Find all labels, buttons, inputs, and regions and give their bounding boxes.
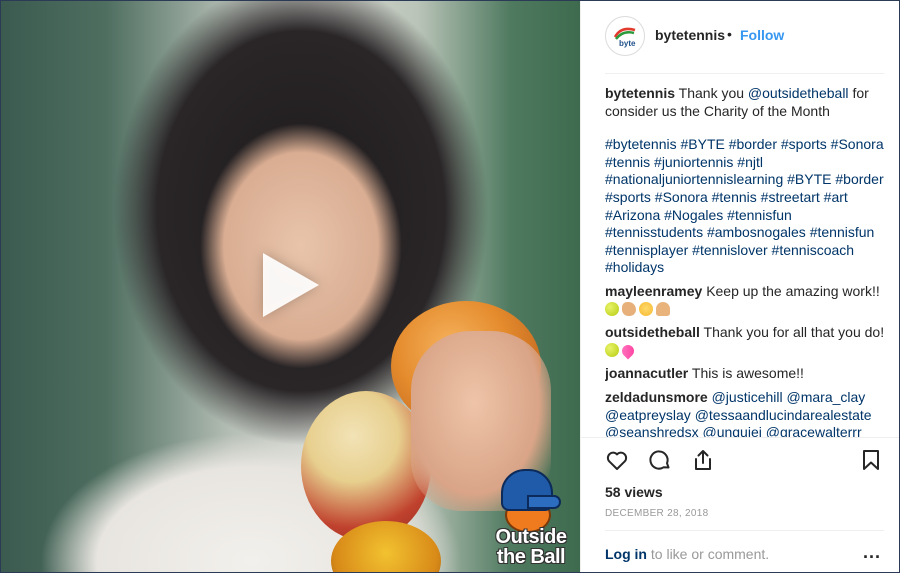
instagram-post-embed: Outside the Ball byte bytetennis • Follo… <box>0 0 900 573</box>
view-count[interactable]: 58 views <box>605 484 663 500</box>
post-header: byte bytetennis • Follow <box>581 1 899 73</box>
smiling-face-emoji-icon <box>639 301 653 316</box>
post-username[interactable]: bytetennis <box>655 27 725 43</box>
post-actions: 58 views DECEMBER 28, 2018 Log in to lik… <box>581 437 899 572</box>
heart-icon[interactable] <box>605 448 629 472</box>
byte-logo-icon: byte <box>613 27 636 48</box>
comment-icon[interactable] <box>648 448 672 472</box>
follow-button[interactable]: Follow <box>740 27 784 43</box>
comments-list[interactable]: bytetennis Thank you @outsidetheball for… <box>605 85 889 437</box>
watermark-cap-brim <box>527 495 561 509</box>
comment-item: joannacutler This is awesome!! <box>605 365 889 383</box>
tennis-ball-emoji-icon <box>605 342 619 357</box>
caption-mention[interactable]: @outsidetheball <box>748 85 849 101</box>
login-link[interactable]: Log in <box>605 546 647 562</box>
login-prompt-text: to like or comment. <box>650 546 770 562</box>
post-sidebar: byte bytetennis • Follow bytetennis Than… <box>580 1 899 572</box>
comment-username[interactable]: zeldadunsmore <box>605 389 708 405</box>
avatar[interactable]: byte <box>605 16 645 56</box>
tennis-ball-emoji-icon <box>605 301 619 316</box>
comment-username[interactable]: outsidetheball <box>605 324 700 340</box>
outside-the-ball-watermark: Outside the Ball <box>491 469 571 569</box>
caption: bytetennis Thank you @outsidetheball for… <box>605 85 889 120</box>
comment-username[interactable]: joannacutler <box>605 365 688 381</box>
login-prompt: Log in to like or comment. <box>605 546 769 562</box>
separator-dot: • <box>727 26 732 42</box>
header-divider <box>605 73 884 74</box>
share-icon[interactable] <box>691 448 715 472</box>
caption-hashtags[interactable]: #bytetennis #BYTE #border #sports #Sonor… <box>605 136 889 277</box>
caption-username[interactable]: bytetennis <box>605 85 675 101</box>
avatar-text: byte <box>619 39 636 48</box>
post-video[interactable]: Outside the Ball <box>1 1 580 572</box>
two-hearts-emoji-icon <box>619 342 637 360</box>
login-divider <box>605 530 884 531</box>
muscle-emoji-icon <box>622 301 636 316</box>
comment-text: Keep up the amazing work!! <box>706 282 880 299</box>
comment-item: outsidetheball Thank you for all that yo… <box>605 324 889 360</box>
hashtags-text[interactable]: #bytetennis #BYTE #border #sports #Sonor… <box>605 136 884 275</box>
comment-text: This is awesome!! <box>691 365 804 382</box>
comment-text: Thank you for all that you do! <box>703 324 885 341</box>
bookmark-icon[interactable] <box>859 448 883 472</box>
watermark-text-line1: Outside <box>495 526 567 548</box>
folded-hands-emoji-icon <box>656 301 670 316</box>
comment-item: mayleenramey Keep up the amazing work!! <box>605 283 889 318</box>
caption-text-pre: Thank you <box>678 85 745 101</box>
play-icon[interactable] <box>263 253 319 317</box>
more-options-icon[interactable]: ... <box>863 542 881 563</box>
comment-item: zeldadunsmore @justicehill @mara_clay @e… <box>605 389 889 437</box>
post-date[interactable]: DECEMBER 28, 2018 <box>605 508 708 519</box>
watermark-text-line2: the Ball <box>496 546 566 568</box>
comment-username[interactable]: mayleenramey <box>605 283 702 299</box>
